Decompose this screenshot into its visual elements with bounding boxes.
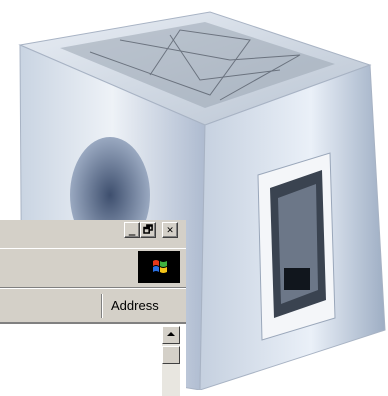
scroll-thumb[interactable] [162, 346, 180, 364]
restore-button[interactable]: 🗗 [140, 222, 156, 238]
arrow-up-icon [167, 332, 175, 336]
minimize-button[interactable]: _ [124, 222, 140, 238]
title-bar: _ 🗗 ✕ [0, 220, 186, 241]
toolbar [0, 248, 186, 288]
toolbar-separator [101, 294, 103, 318]
address-bar: Address [0, 288, 186, 323]
address-label: Address [111, 298, 159, 313]
windows-flag-icon [138, 251, 180, 283]
content-area[interactable] [0, 323, 186, 396]
close-button[interactable]: ✕ [162, 222, 178, 238]
browser-window: _ 🗗 ✕ Address [0, 220, 186, 396]
scroll-up-button[interactable] [162, 326, 180, 344]
